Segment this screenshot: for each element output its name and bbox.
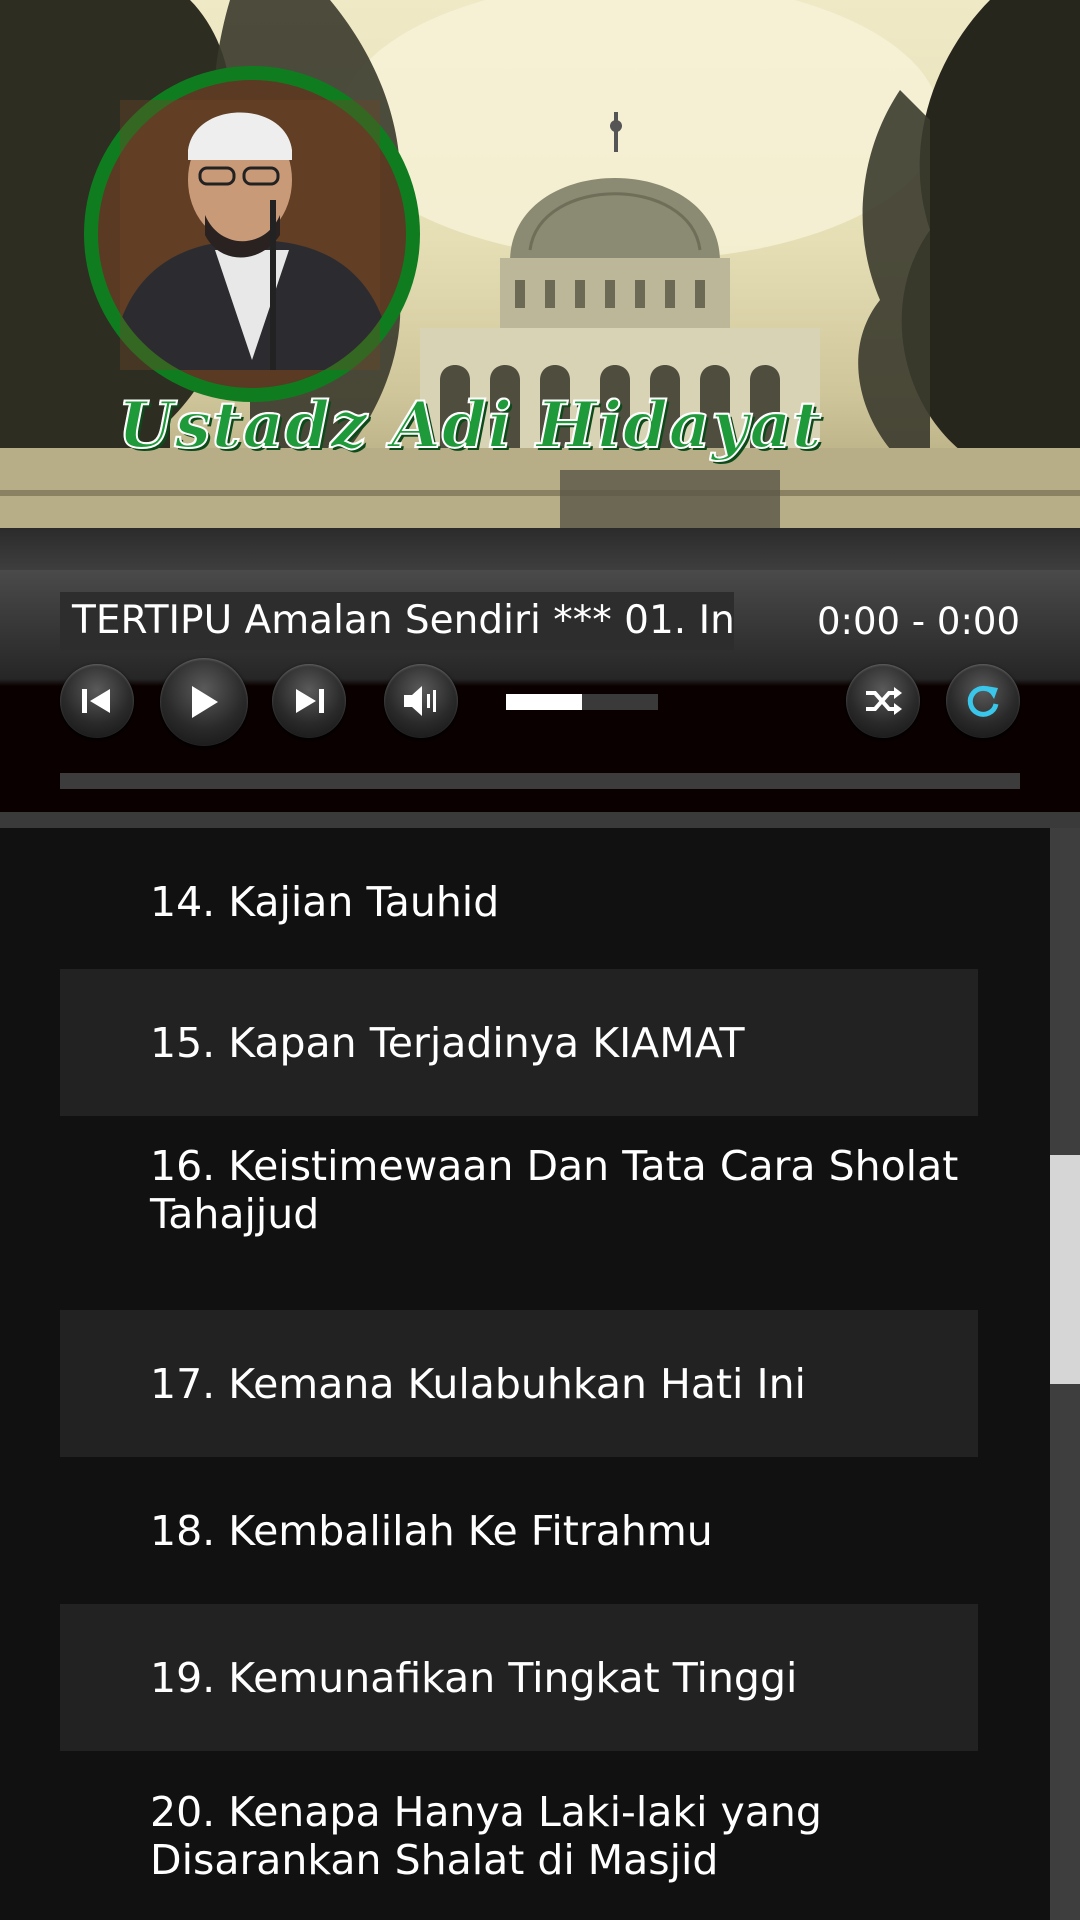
playlist-item[interactable]: 17. Kemana Kulabuhkan Hati Ini	[60, 1310, 978, 1457]
playlist-item-title: 18. Kembalilah Ke Fitrahmu	[150, 1506, 713, 1555]
playlist-item-title: 14. Kajian Tauhid	[150, 877, 500, 926]
playlist-item[interactable]: 18. Kembalilah Ke Fitrahmu	[60, 1457, 978, 1604]
scrollbar-thumb[interactable]	[1050, 1155, 1080, 1384]
next-button[interactable]	[272, 664, 346, 738]
play-button[interactable]	[160, 658, 248, 746]
repeat-icon	[967, 685, 999, 717]
playlist-item[interactable]: 19. Kemunafikan Tingkat Tinggi	[60, 1604, 978, 1751]
volume-button[interactable]	[384, 664, 458, 738]
audio-player: TERTIPU Amalan Sendiri *** 01. Inilah 0:…	[0, 570, 1080, 812]
shuffle-button[interactable]	[846, 664, 920, 738]
playlist-item-title: 19. Kemunafikan Tingkat Tinggi	[150, 1653, 798, 1702]
volume-level	[506, 694, 582, 710]
divider	[0, 812, 1080, 828]
playlist-item-title: 15. Kapan Terjadinya KIAMAT	[150, 1018, 745, 1067]
playlist-item[interactable]: 14. Kajian Tauhid	[60, 828, 978, 975]
skip-next-icon	[296, 689, 324, 713]
playlist-item[interactable]: 15. Kapan Terjadinya KIAMAT	[60, 969, 978, 1116]
play-icon	[192, 686, 218, 718]
shuffle-icon	[866, 687, 902, 715]
playlist-item-title: 20. Kenapa Hanya Laki-laki yang Disarank…	[150, 1788, 822, 1884]
previous-button[interactable]	[60, 664, 134, 738]
playlist-item-title: 16. Keistimewaan Dan Tata Cara Sholat Ta…	[150, 1141, 959, 1238]
repeat-button[interactable]	[946, 664, 1020, 738]
now-playing-title: TERTIPU Amalan Sendiri *** 01. Inilah	[60, 592, 734, 650]
playlist-item-title: 17. Kemana Kulabuhkan Hati Ini	[150, 1359, 806, 1408]
header-banner: Ustadz Adi Hidayat	[0, 0, 1080, 528]
scrollbar[interactable]	[1050, 828, 1080, 1920]
playlist: 14. Kajian Tauhid 15. Kapan Terjadinya K…	[0, 828, 1050, 1920]
skip-previous-icon	[82, 689, 110, 713]
time-display: 0:00 - 0:00	[816, 600, 1020, 643]
playlist-item[interactable]: 16. Keistimewaan Dan Tata Cara Sholat Ta…	[60, 1116, 978, 1263]
banner-caption: Ustadz Adi Hidayat	[117, 387, 823, 464]
volume-slider[interactable]	[506, 694, 658, 710]
volume-icon	[404, 686, 436, 716]
seek-bar[interactable]	[60, 773, 1020, 789]
divider	[0, 528, 1080, 570]
playlist-item[interactable]: 20. Kenapa Hanya Laki-laki yang Disarank…	[60, 1751, 978, 1920]
